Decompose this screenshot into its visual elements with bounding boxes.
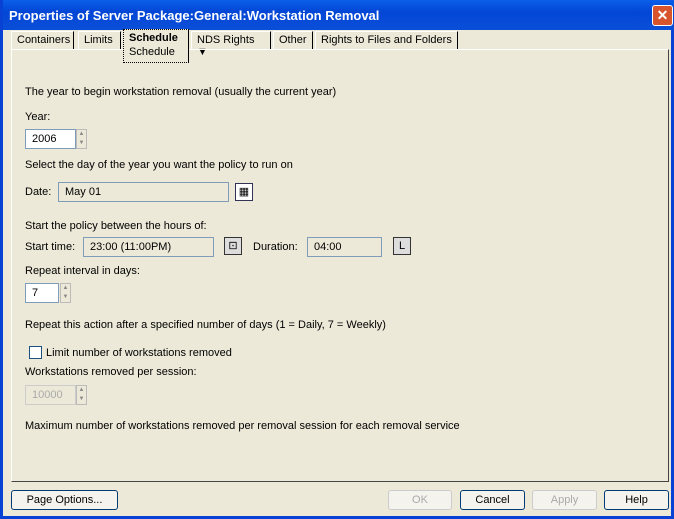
tab-other[interactable]: Other xyxy=(273,31,313,49)
repeat-input[interactable]: 7 xyxy=(25,283,59,303)
start-time-input[interactable]: 23:00 (11:00PM) xyxy=(83,237,214,257)
per-session-spinner[interactable]: ▲ ▼ xyxy=(76,385,87,405)
tab-nds-rights[interactable]: NDS Rights ▼ xyxy=(191,31,271,58)
window-title: Properties of Server Package:General:Wor… xyxy=(9,8,380,23)
help-button[interactable]: Help xyxy=(604,490,669,510)
limit-checkbox-label[interactable]: Limit number of workstations removed xyxy=(46,347,232,359)
hours-description: Start the policy between the hours of: xyxy=(25,220,207,232)
max-description: Maximum number of workstations removed p… xyxy=(25,420,460,432)
close-button[interactable]: ✕ xyxy=(652,5,673,26)
per-session-label: Workstations removed per session: xyxy=(25,366,197,378)
repeat-label: Repeat interval in days: xyxy=(25,265,140,277)
properties-dialog: Properties of Server Package:General:Wor… xyxy=(0,0,674,519)
tab-containers[interactable]: Containers xyxy=(11,31,74,49)
tab-rights-files-folders[interactable]: Rights to Files and Folders xyxy=(315,31,458,49)
duration-input[interactable]: 04:00 xyxy=(307,237,382,257)
clock-icon[interactable]: L xyxy=(393,237,411,255)
apply-button[interactable]: Apply xyxy=(532,490,597,510)
tab-nds-rights-label: NDS Rights xyxy=(197,34,255,46)
page-options-button[interactable]: Page Options... xyxy=(11,490,118,510)
limit-checkbox[interactable] xyxy=(29,346,42,359)
ok-button[interactable]: OK xyxy=(388,490,452,510)
year-label: Year: xyxy=(25,111,51,123)
tab-schedule[interactable]: Schedule Schedule xyxy=(123,29,189,63)
subtab-schedule[interactable]: Schedule xyxy=(129,46,183,58)
start-time-label: Start time: xyxy=(25,241,76,253)
time-picker-icon[interactable]: ⊡ xyxy=(224,237,242,255)
duration-label: Duration: xyxy=(253,241,298,253)
year-description: The year to begin workstation removal (u… xyxy=(25,86,337,98)
title-bar: Properties of Server Package:General:Wor… xyxy=(3,0,674,30)
tab-limits[interactable]: Limits xyxy=(78,31,121,49)
per-session-input[interactable]: 10000 xyxy=(25,385,76,405)
date-label: Date: xyxy=(25,186,52,198)
date-input[interactable]: May 01 xyxy=(58,182,229,202)
year-spinner[interactable]: ▲ ▼ xyxy=(76,129,87,149)
repeat-description: Repeat this action after a specified num… xyxy=(25,319,386,331)
year-input[interactable]: 2006 xyxy=(25,129,76,149)
cancel-button[interactable]: Cancel xyxy=(460,490,525,510)
day-description: Select the day of the year you want the … xyxy=(25,159,293,171)
calendar-icon[interactable]: ▦ xyxy=(235,183,253,201)
tab-schedule-label: Schedule xyxy=(129,32,178,44)
repeat-spinner[interactable]: ▲ ▼ xyxy=(60,283,71,303)
